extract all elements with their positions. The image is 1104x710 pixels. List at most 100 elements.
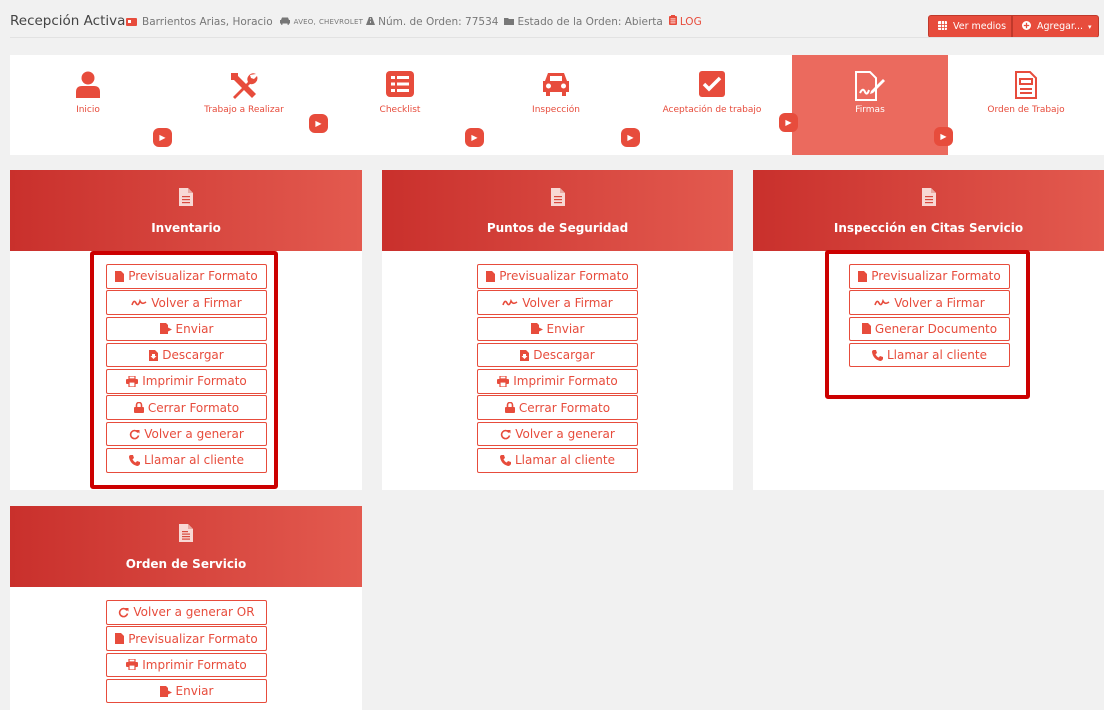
file-icon xyxy=(550,188,565,210)
action-buttons: Previsualizar Formato Volver a Firmar En… xyxy=(477,264,638,474)
ver-medios-button[interactable]: Ver medios xyxy=(928,15,1012,38)
file-icon xyxy=(921,188,936,210)
log-link[interactable]: LOG xyxy=(680,16,702,28)
imprimir-formato-button[interactable]: Imprimir Formato xyxy=(106,652,267,678)
button-label: Volver a generar xyxy=(515,427,615,442)
enviar-button[interactable]: Enviar xyxy=(106,678,267,704)
llamar-al-cliente-button[interactable]: Llamar al cliente xyxy=(477,448,638,473)
descargar-button[interactable]: Descargar xyxy=(477,342,638,368)
previsualizar-formato-button[interactable]: Previsualizar Formato xyxy=(106,626,267,651)
step-label: Aceptación de trabajo xyxy=(662,105,762,115)
check-square-icon xyxy=(699,71,725,101)
step-inicio[interactable]: Inicio xyxy=(10,55,166,155)
step-orden-de-trabajo[interactable]: Orden de Trabajo xyxy=(948,55,1104,155)
card-header: Puntos de Seguridad xyxy=(382,170,733,251)
button-label: Previsualizar Formato xyxy=(499,269,629,284)
order-number: Núm. de Orden: 77534 xyxy=(378,15,499,28)
file-icon xyxy=(486,270,496,282)
volver-a-generar-or-button[interactable]: Volver a generar OR xyxy=(106,600,267,625)
phone-icon xyxy=(499,454,511,466)
step-inspeccion[interactable]: Inspección xyxy=(478,55,634,155)
card-title: Puntos de Seguridad xyxy=(486,221,629,235)
step-trabajo-a-realizar[interactable]: Trabajo a Realizar xyxy=(166,55,322,155)
highlight-box xyxy=(825,250,1030,399)
button-label: Descargar xyxy=(533,348,595,363)
signature-icon xyxy=(502,298,518,307)
road-icon xyxy=(366,16,376,28)
file-icon xyxy=(179,188,193,210)
button-label: Imprimir Formato xyxy=(513,374,618,389)
card-puntos-de-seguridad: Puntos de Seguridad Previsualizar Format… xyxy=(382,170,733,490)
card-title: Orden de Servicio xyxy=(125,557,247,571)
page-title: Recepción Activa xyxy=(10,13,126,29)
header-divider xyxy=(10,37,1098,38)
card-orden-de-servicio: Orden de Servicio Volver a generar OR Pr… xyxy=(10,506,362,710)
volver-a-generar-button[interactable]: Volver a generar xyxy=(477,421,638,447)
card-title: Inventario xyxy=(151,221,221,235)
step-aceptacion-de-trabajo[interactable]: Aceptación de trabajo xyxy=(634,55,790,155)
button-label: Cerrar Formato xyxy=(518,400,611,415)
action-buttons: Volver a generar OR Previsualizar Format… xyxy=(106,600,267,705)
ver-medios-label: Ver medios xyxy=(953,21,1007,32)
caret-down-icon: ▾ xyxy=(1088,22,1092,31)
button-label: Llamar al cliente xyxy=(514,453,615,468)
next-arrow-icon[interactable]: ▶ xyxy=(934,127,953,146)
button-label: Previsualizar Formato xyxy=(128,631,258,646)
step-firmas[interactable]: Firmas xyxy=(792,55,948,155)
id-card-icon xyxy=(126,17,137,26)
list-icon xyxy=(386,71,414,101)
enviar-button[interactable]: Enviar xyxy=(477,316,638,342)
next-arrow-icon[interactable]: ▶ xyxy=(779,113,798,132)
wizard-steps: Inicio Trabajo a Realizar Checklist Insp… xyxy=(10,55,1104,155)
button-label: Imprimir Formato xyxy=(142,657,247,672)
file-icon xyxy=(115,633,125,645)
card-header: Inventario xyxy=(10,170,362,251)
client-name: Barrientos Arias, Horacio xyxy=(142,15,273,28)
button-label: Volver a Firmar xyxy=(522,295,613,310)
vehicle-brand: CHEVROLET xyxy=(318,17,364,26)
step-label: Inspección xyxy=(532,105,580,115)
send-file-icon xyxy=(530,323,543,335)
volver-a-firmar-button[interactable]: Volver a Firmar xyxy=(477,290,638,315)
car-icon xyxy=(541,71,571,101)
next-arrow-icon[interactable]: ▶ xyxy=(153,128,172,147)
user-icon xyxy=(76,71,100,102)
next-arrow-icon[interactable]: ▶ xyxy=(465,128,484,147)
top-bar: Recepción Activa Barrientos Arias, Horac… xyxy=(0,0,1104,44)
button-label: Enviar xyxy=(546,321,585,336)
imprimir-formato-button[interactable]: Imprimir Formato xyxy=(477,369,638,394)
next-arrow-icon[interactable]: ▶ xyxy=(309,114,328,133)
print-icon xyxy=(126,659,139,671)
car-icon xyxy=(279,16,291,28)
previsualizar-formato-button[interactable]: Previsualizar Formato xyxy=(477,264,638,289)
send-file-icon xyxy=(159,685,172,697)
step-label: Firmas xyxy=(855,105,885,115)
step-label: Trabajo a Realizar xyxy=(204,105,284,115)
cerrar-formato-button[interactable]: Cerrar Formato xyxy=(477,395,638,420)
document-icon xyxy=(1015,71,1037,103)
step-label: Checklist xyxy=(379,105,421,115)
step-label: Inicio xyxy=(76,105,100,115)
signature-icon xyxy=(854,71,886,105)
tools-icon xyxy=(229,71,259,105)
card-title: Inspección en Citas Servicio xyxy=(833,221,1024,235)
clipboard-icon[interactable] xyxy=(668,15,677,28)
table-icon xyxy=(938,20,947,33)
next-arrow-icon[interactable]: ▶ xyxy=(621,128,640,147)
folder-icon xyxy=(504,16,515,28)
button-label: Volver a generar OR xyxy=(133,605,255,620)
button-label: Enviar xyxy=(175,684,214,699)
download-file-icon xyxy=(520,349,530,361)
refresh-icon xyxy=(118,607,129,618)
highlight-box xyxy=(90,251,278,489)
plus-circle-icon xyxy=(1022,20,1031,33)
print-icon xyxy=(497,375,510,387)
agregar-label: Agregar... xyxy=(1037,21,1084,32)
lock-icon xyxy=(504,402,515,414)
step-checklist[interactable]: Checklist xyxy=(322,55,478,155)
file-text-icon xyxy=(179,524,193,546)
order-meta: Barrientos Arias, Horacio AVEO, CHEVROLE… xyxy=(126,15,702,28)
refresh-icon xyxy=(500,429,511,440)
order-status: Estado de la Orden: Abierta xyxy=(517,15,663,28)
agregar-dropdown-button[interactable]: Agregar... ▾ xyxy=(1012,15,1099,38)
